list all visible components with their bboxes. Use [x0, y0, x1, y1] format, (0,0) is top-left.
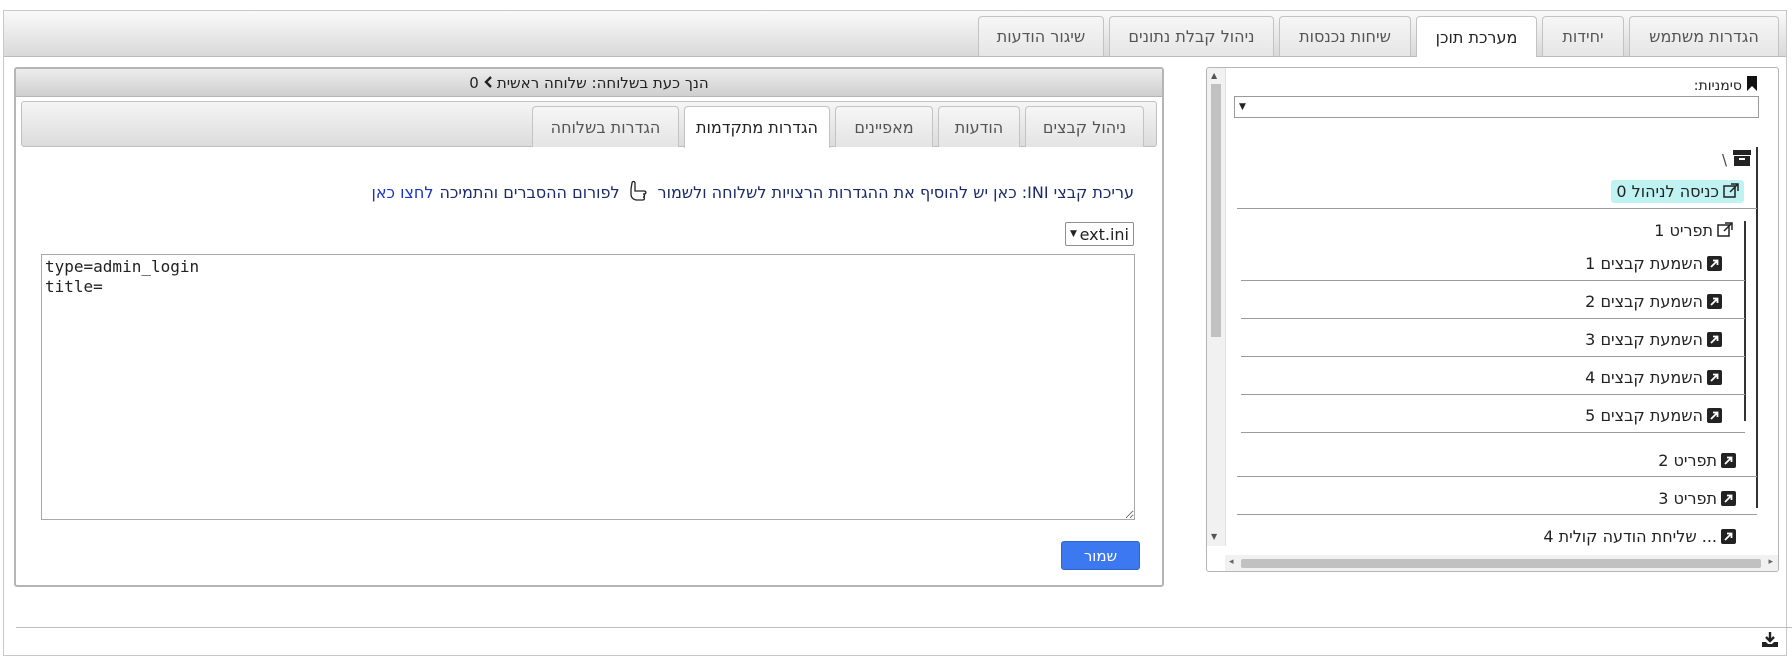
- tree-separator: [1241, 394, 1745, 395]
- bookmark-icon: [1746, 76, 1758, 95]
- tree-item-play-files-2[interactable]: 2 השמעת קבצים: [1585, 289, 1722, 313]
- ini-info-text: עריכת קבצי INI: כאן יש להוסיף את ההגדרות…: [657, 182, 1134, 202]
- tree-item-play-files-1[interactable]: 1 השמעת קבצים: [1585, 251, 1722, 275]
- bookmarks-label: סימניות:: [1694, 76, 1758, 95]
- shortcut-arrow-icon: [1707, 369, 1722, 385]
- tree-root[interactable]: \: [1722, 150, 1751, 170]
- tree-item-label: 1 תפריט: [1654, 220, 1713, 240]
- dropdown-arrow-icon: ▼: [1239, 102, 1246, 112]
- external-link-icon: [1723, 183, 1739, 199]
- shortcut-arrow-icon: [1707, 407, 1722, 423]
- scroll-up-icon[interactable]: ▲: [1211, 71, 1217, 80]
- scroll-down-icon[interactable]: ▼: [1211, 532, 1217, 541]
- shortcut-arrow-icon: [1721, 490, 1736, 506]
- tree-item-play-files-5[interactable]: 5 השמעת קבצים: [1585, 403, 1722, 427]
- shortcut-arrow-icon: [1707, 331, 1722, 347]
- subtab-bar: ניהול קבצים הודעות מאפיינים הגדרות מתקדמ…: [21, 101, 1157, 148]
- tab-user-settings[interactable]: הגדרות משתמש: [1629, 16, 1779, 56]
- dropdown-arrow-icon: ▼: [1070, 229, 1077, 239]
- tree-item-label: 0 כניסה לניהול: [1616, 181, 1719, 201]
- download-icon[interactable]: [1761, 632, 1779, 652]
- tree-item-voice-message[interactable]: 4 שליחת הודעה קולית ...: [1543, 524, 1736, 548]
- tree-item-menu-2[interactable]: 2 תפריט: [1658, 448, 1736, 472]
- tree-item-label: 4 השמעת קבצים: [1585, 367, 1703, 387]
- tree-item-label: 3 השמעת קבצים: [1585, 329, 1703, 349]
- app-frame: הגדרות משתמש יחידות מערכת תוכן שיחות נכנ…: [3, 10, 1792, 656]
- tree-separator: [1237, 208, 1757, 209]
- tree-separator: [1241, 318, 1745, 319]
- tree-item-menu-1[interactable]: 1 תפריט: [1654, 218, 1733, 242]
- shortcut-arrow-icon: [1721, 528, 1736, 544]
- hand-pointer-icon: [628, 180, 650, 204]
- tree-item-label: 1 השמעת קבצים: [1585, 253, 1703, 273]
- vertical-scrollbar[interactable]: ▲ ▼: [1207, 68, 1226, 546]
- chevron-left-icon: [483, 74, 493, 92]
- tree-item-menu-3[interactable]: 3 תפריט: [1658, 486, 1736, 510]
- tree-item-play-files-3[interactable]: 3 השמעת קבצים: [1585, 327, 1722, 351]
- content-tree-panel: ▲ ▼ סימניות: ▼ \ 0 כניסה לניהול 1 תפריט …: [1206, 67, 1779, 572]
- tree-separator: [1237, 514, 1757, 515]
- tree-item-play-files-4[interactable]: 4 השמעת קבצים: [1585, 365, 1722, 389]
- tree-item-label: 5 השמעת קבצים: [1585, 405, 1703, 425]
- tree-line-nested: [1744, 221, 1746, 421]
- tree-separator: [1237, 476, 1757, 477]
- tab-content-system[interactable]: מערכת תוכן: [1416, 16, 1537, 57]
- bookmarks-select[interactable]: ▼: [1234, 96, 1759, 118]
- tab-data-collection[interactable]: ניהול קבלת נתונים: [1109, 16, 1274, 56]
- current-extension-number: 0: [469, 73, 479, 92]
- tab-properties[interactable]: מאפיינים: [835, 106, 933, 147]
- tree-separator: [1241, 280, 1745, 281]
- ini-file-select-value: ext.ini: [1079, 224, 1129, 244]
- current-extension-header: הנך כעת בשלוחה: שלוחה ראשית 0: [16, 69, 1162, 97]
- shortcut-arrow-icon: [1707, 255, 1722, 271]
- tree-separator: [1241, 432, 1745, 433]
- tab-units[interactable]: יחידות: [1542, 16, 1624, 56]
- bookmarks-label-text: סימניות:: [1693, 77, 1742, 94]
- shortcut-arrow-icon: [1721, 452, 1736, 468]
- tab-messages[interactable]: הודעות: [938, 106, 1020, 147]
- tree-separator: [1241, 356, 1745, 357]
- tree-item-label: 2 תפריט: [1658, 450, 1717, 470]
- tab-extension-settings[interactable]: הגדרות בשלוחה: [532, 106, 679, 147]
- tab-file-management[interactable]: ניהול קבצים: [1025, 106, 1144, 147]
- external-link-icon: [1717, 222, 1733, 238]
- top-tab-bar: הגדרות משתמש יחידות מערכת תוכן שיחות נכנ…: [4, 11, 1786, 57]
- tree-line: [1756, 147, 1758, 508]
- scroll-right-icon[interactable]: ▸: [1768, 557, 1773, 567]
- tab-advanced-settings[interactable]: הגדרות מתקדמות: [684, 106, 830, 148]
- tab-message-dispatch[interactable]: שיגור הודעות: [978, 16, 1104, 56]
- scroll-left-icon[interactable]: ◂: [1229, 557, 1234, 567]
- tree-item-label: 3 תפריט: [1658, 488, 1717, 508]
- shortcut-arrow-icon: [1707, 293, 1722, 309]
- tree-item-label: 2 השמעת קבצים: [1585, 291, 1703, 311]
- horizontal-scrollbar[interactable]: ◂ ▸: [1225, 555, 1778, 571]
- forum-link[interactable]: לחצו כאן: [371, 183, 433, 202]
- ini-info-line: עריכת קבצי INI: כאן יש להוסיף את ההגדרות…: [371, 179, 1134, 205]
- forum-text: לפורום ההסברים והתמיכה: [439, 182, 620, 202]
- scroll-thumb[interactable]: [1211, 84, 1221, 337]
- scroll-thumb[interactable]: [1241, 559, 1761, 568]
- extension-panel: הנך כעת בשלוחה: שלוחה ראשית 0 ניהול קבצי…: [14, 67, 1164, 587]
- tree-item-admin-login[interactable]: 0 כניסה לניהול: [1611, 179, 1744, 203]
- tab-incoming-calls[interactable]: שיחות נכנסות: [1279, 16, 1411, 56]
- archive-box-icon: [1733, 150, 1751, 170]
- save-button[interactable]: שמור: [1061, 541, 1140, 570]
- current-extension-label: הנך כעת בשלוחה: שלוחה ראשית: [496, 73, 709, 92]
- tree-root-label: \: [1721, 151, 1727, 169]
- footer-divider: [16, 627, 1792, 628]
- tree-item-label: 4 שליחת הודעה קולית ...: [1543, 526, 1717, 546]
- ini-file-select[interactable]: ▼ ext.ini: [1065, 222, 1134, 246]
- ini-editor[interactable]: [41, 254, 1135, 520]
